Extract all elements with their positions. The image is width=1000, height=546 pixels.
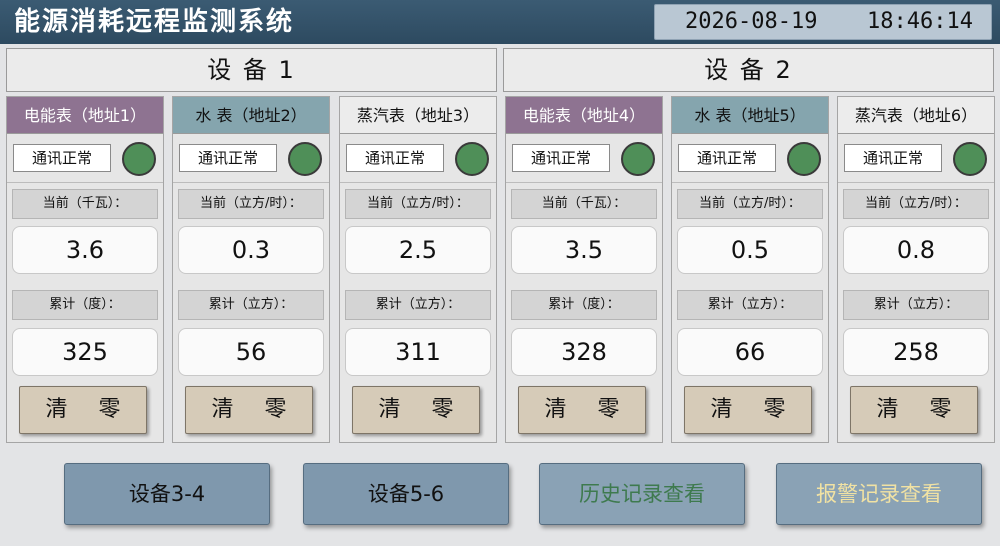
total-value: 325 (12, 328, 158, 376)
meter-panel-3: 蒸汽表（地址3） 通讯正常 当前（立方/时）： 2.5 累计（立方）： 311 … (339, 96, 497, 443)
meter-title: 水 表（地址5） (672, 97, 828, 134)
meter-panel-6: 蒸汽表（地址6） 通讯正常 当前（立方/时）： 0.8 累计（立方）： 258 … (837, 96, 995, 443)
status-led-icon (455, 142, 489, 176)
device-group-1-header: 设 备 1 (6, 48, 497, 92)
total-label: 累计（立方）： (677, 290, 823, 320)
current-label: 当前（立方/时）： (843, 189, 989, 219)
divider (173, 182, 329, 183)
meter-title: 电能表（地址1） (7, 97, 163, 134)
total-value: 311 (345, 328, 491, 376)
current-label: 当前（千瓦）： (511, 189, 657, 219)
clear-button[interactable]: 清 零 (684, 386, 812, 434)
current-value: 0.8 (843, 226, 989, 274)
status-led-icon (122, 142, 156, 176)
divider (672, 182, 828, 183)
total-label: 累计（度）： (511, 290, 657, 320)
meter-title: 蒸汽表（地址3） (340, 97, 496, 134)
clear-button[interactable]: 清 零 (19, 386, 147, 434)
title-bar: 能源消耗远程监测系统 2026-08-19 18:46:14 (0, 0, 1000, 44)
devices-5-6-button[interactable]: 设备5-6 (303, 463, 509, 525)
comm-status: 通讯正常 (678, 144, 776, 172)
current-label: 当前（立方/时）： (345, 189, 491, 219)
meter-panel-4: 电能表（地址4） 通讯正常 当前（千瓦）： 3.5 累计（度）： 328 清 零 (505, 96, 663, 443)
status-led-icon (621, 142, 655, 176)
meter-title: 水 表（地址2） (173, 97, 329, 134)
status-led-icon (787, 142, 821, 176)
total-value: 66 (677, 328, 823, 376)
clear-button[interactable]: 清 零 (850, 386, 978, 434)
total-value: 56 (178, 328, 324, 376)
alarm-records-button[interactable]: 报警记录查看 (776, 463, 982, 525)
comm-status: 通讯正常 (346, 144, 444, 172)
datetime-display: 2026-08-19 18:46:14 (654, 4, 992, 40)
current-value: 3.5 (511, 226, 657, 274)
clear-button[interactable]: 清 零 (518, 386, 646, 434)
meter-title: 蒸汽表（地址6） (838, 97, 994, 134)
current-value: 0.3 (178, 226, 324, 274)
devices-3-4-button[interactable]: 设备3-4 (64, 463, 270, 525)
total-value: 328 (511, 328, 657, 376)
current-value: 3.6 (12, 226, 158, 274)
divider (7, 182, 163, 183)
clear-button[interactable]: 清 零 (352, 386, 480, 434)
date-readout: 2026-08-19 (685, 9, 818, 34)
meter-title: 电能表（地址4） (506, 97, 662, 134)
meter-panel-1: 电能表（地址1） 通讯正常 当前（千瓦）： 3.6 累计（度）： 325 清 零 (6, 96, 164, 443)
current-value: 2.5 (345, 226, 491, 274)
total-label: 累计（立方）： (178, 290, 324, 320)
current-label: 当前（千瓦）： (12, 189, 158, 219)
divider (340, 182, 496, 183)
clear-button[interactable]: 清 零 (185, 386, 313, 434)
total-label: 累计（立方）： (843, 290, 989, 320)
divider (838, 182, 994, 183)
total-label: 累计（立方）： (345, 290, 491, 320)
current-label: 当前（立方/时）： (677, 189, 823, 219)
comm-status: 通讯正常 (179, 144, 277, 172)
status-led-icon (288, 142, 322, 176)
meter-panel-5: 水 表（地址5） 通讯正常 当前（立方/时）： 0.5 累计（立方）： 66 清… (671, 96, 829, 443)
total-label: 累计（度）： (12, 290, 158, 320)
comm-status: 通讯正常 (844, 144, 942, 172)
app-title: 能源消耗远程监测系统 (14, 7, 295, 37)
time-readout: 18:46:14 (867, 9, 973, 34)
history-records-button[interactable]: 历史记录查看 (539, 463, 745, 525)
total-value: 258 (843, 328, 989, 376)
status-led-icon (953, 142, 987, 176)
divider (506, 182, 662, 183)
meter-panel-2: 水 表（地址2） 通讯正常 当前（立方/时）： 0.3 累计（立方）： 56 清… (172, 96, 330, 443)
comm-status: 通讯正常 (512, 144, 610, 172)
current-value: 0.5 (677, 226, 823, 274)
device-group-2-header: 设 备 2 (503, 48, 994, 92)
comm-status: 通讯正常 (13, 144, 111, 172)
current-label: 当前（立方/时）： (178, 189, 324, 219)
